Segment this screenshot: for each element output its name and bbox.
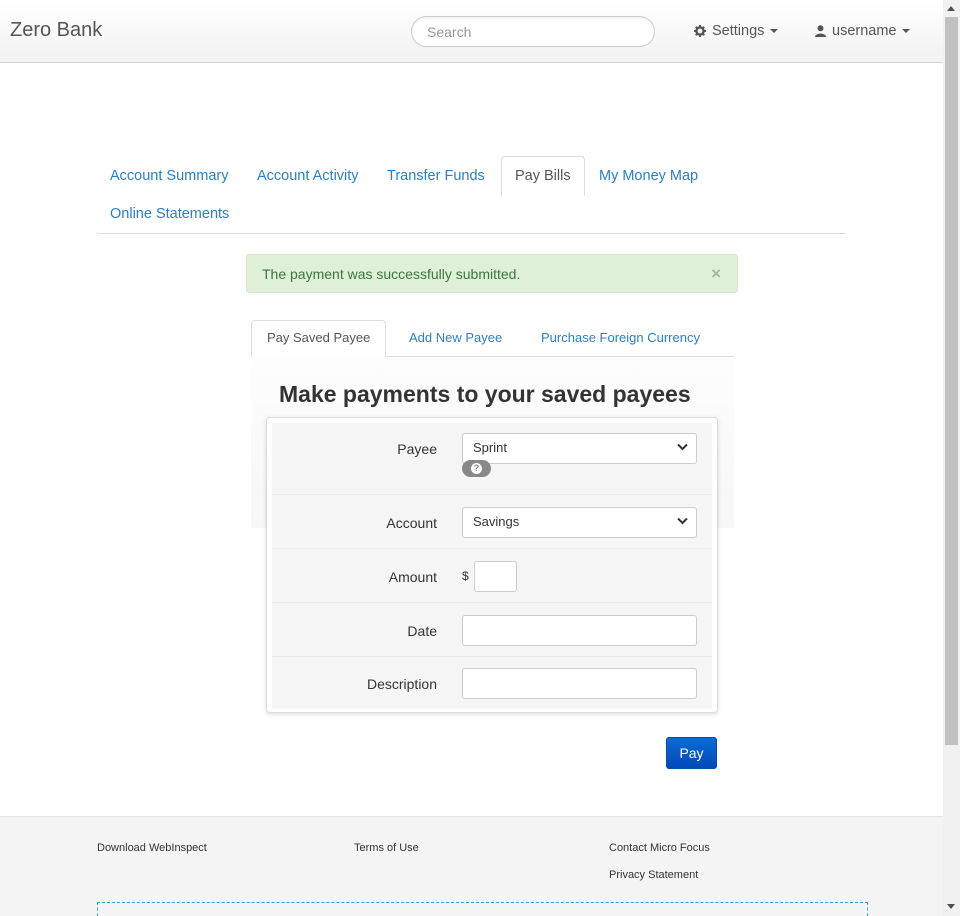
chevron-down-icon [677,443,688,451]
pay-bills-subtabs: Pay Saved Payee Add New Payee Purchase F… [251,320,734,358]
footer-link-download-webinspect[interactable]: Download WebInspect [97,842,207,854]
tab-account-activity[interactable]: Account Activity [257,168,359,184]
footer-link-terms-of-use[interactable]: Terms of Use [354,842,419,854]
tab-transfer-funds[interactable]: Transfer Funds [387,168,485,184]
footer: Download WebInspect Terms of Use Contact… [0,816,943,916]
date-row: Date [272,602,712,656]
date-input[interactable] [462,615,697,646]
tab-purchase-foreign-currency[interactable]: Purchase Foreign Currency [541,320,700,355]
help-icon[interactable]: ? [462,460,491,477]
form-title: Make payments to your saved payees [279,381,691,407]
tab-my-money-map[interactable]: My Money Map [599,168,698,184]
description-label: Description [366,676,437,692]
success-alert: The payment was successfully submitted. … [246,254,738,293]
account-row: Account Savings [272,494,712,548]
gear-icon [694,25,706,37]
alert-message: The payment was successfully submitted. [262,266,521,282]
amount-input[interactable] [474,561,517,592]
user-dropdown[interactable]: username [815,23,911,39]
footer-link-privacy-statement[interactable]: Privacy Statement [609,869,698,881]
currency-symbol: $ [462,569,469,583]
dashed-focus-outline [97,902,868,916]
page-scrollbar[interactable] [943,0,960,916]
brand-logo[interactable]: Zero Bank [10,19,102,42]
footer-link-contact[interactable]: Contact Micro Focus [609,842,710,854]
scroll-down-arrow-icon[interactable] [947,904,955,909]
payment-form: Payee Sprint ? Account Savings Amount $ … [266,417,718,713]
user-icon [815,25,826,37]
account-selected-value: Savings [473,514,520,529]
description-input[interactable] [462,668,697,699]
description-row: Description [272,656,712,709]
payee-label: Payee [397,441,437,457]
username-label: username [832,23,897,39]
account-select[interactable]: Savings [462,507,697,538]
payee-select[interactable]: Sprint [462,433,697,464]
tab-pay-saved-payee[interactable]: Pay Saved Payee [251,320,387,358]
question-mark-icon: ? [471,463,482,474]
tab-online-statements[interactable]: Online Statements [110,206,229,222]
settings-label: Settings [712,23,765,39]
search-input[interactable]: Search [411,16,655,47]
tab-add-new-payee[interactable]: Add New Payee [409,320,502,355]
main-nav-tabs: Account Summary Account Activity Transfe… [97,156,846,234]
settings-dropdown[interactable]: Settings [694,23,779,39]
payee-row: Payee Sprint ? [272,423,712,494]
payee-selected-value: Sprint [473,440,507,455]
scroll-up-arrow-icon[interactable] [947,6,955,11]
caret-down-icon [902,29,911,33]
tab-pay-bills[interactable]: Pay Bills [501,156,585,196]
scrollbar-thumb[interactable] [945,17,958,745]
account-label: Account [386,515,437,531]
tab-account-summary[interactable]: Account Summary [110,168,228,184]
caret-down-icon [770,29,779,33]
pay-button[interactable]: Pay [666,737,717,769]
top-navbar: Zero Bank Search Settings username [0,0,943,63]
date-label: Date [407,623,437,639]
amount-row: Amount $ [272,548,712,602]
chevron-down-icon [677,517,688,525]
close-icon[interactable]: × [711,264,721,284]
amount-label: Amount [388,569,437,585]
